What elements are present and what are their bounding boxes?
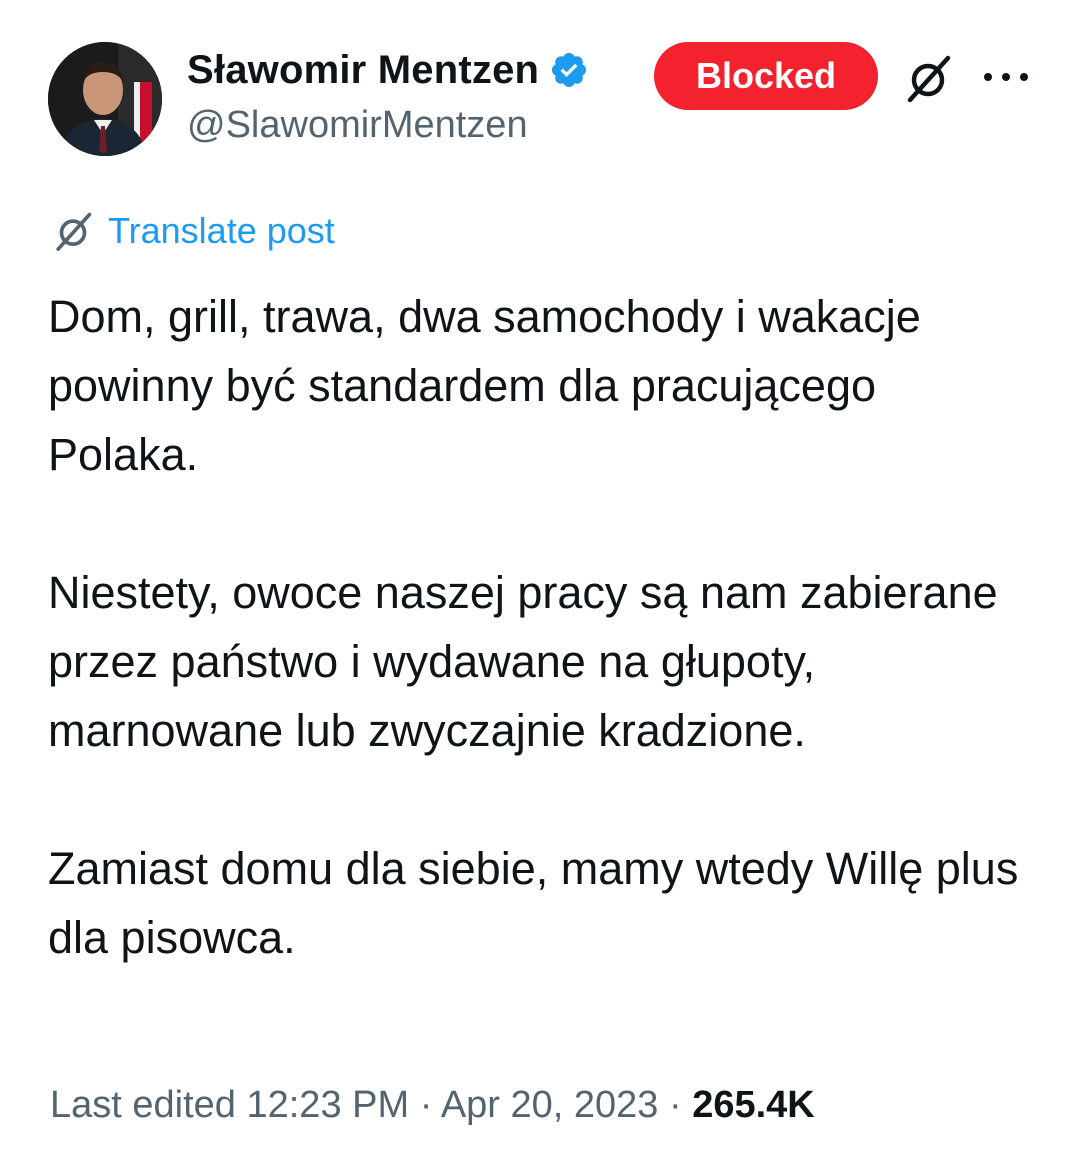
author-info: Sławomir Mentzen @SlawomirMentzen	[187, 42, 589, 147]
grok-icon[interactable]	[900, 50, 956, 106]
post-paragraph: Zamiast domu dla siebie, mamy wtedy Will…	[48, 843, 1019, 963]
more-dot	[984, 73, 992, 81]
post-time[interactable]: 12:23 PM	[246, 1084, 409, 1126]
edited-label[interactable]: Last edited	[50, 1084, 236, 1126]
blocked-button[interactable]: Blocked	[654, 42, 878, 110]
author-handle[interactable]: @SlawomirMentzen	[187, 104, 589, 147]
avatar-portrait	[48, 42, 162, 156]
more-dot	[1020, 73, 1028, 81]
post-meta: Last edited 12:23 PM · Apr 20, 2023 · 26…	[50, 1084, 815, 1127]
meta-separator: ·	[669, 1084, 682, 1126]
post-paragraph: Niestety, owoce naszej pracy są nam zabi…	[48, 567, 998, 756]
verified-badge-icon[interactable]	[549, 50, 589, 90]
more-dot	[1002, 73, 1010, 81]
post-text: Dom, grill, trawa, dwa samochody i wakac…	[48, 282, 1038, 972]
grok-icon	[50, 208, 96, 254]
translate-post-label: Translate post	[108, 210, 335, 251]
view-count[interactable]: 265.4K	[692, 1084, 815, 1126]
meta-separator: ·	[419, 1084, 433, 1126]
name-row: Sławomir Mentzen	[187, 42, 589, 98]
display-name[interactable]: Sławomir Mentzen	[187, 48, 539, 93]
post-header: Sławomir Mentzen @SlawomirMentzen Blocke…	[48, 42, 1038, 158]
more-options-icon[interactable]	[984, 62, 1028, 92]
translate-post-link[interactable]: Translate post	[50, 208, 335, 254]
avatar[interactable]	[48, 42, 162, 156]
post-paragraph: Dom, grill, trawa, dwa samochody i wakac…	[48, 291, 921, 480]
post-date[interactable]: Apr 20, 2023	[441, 1084, 659, 1126]
